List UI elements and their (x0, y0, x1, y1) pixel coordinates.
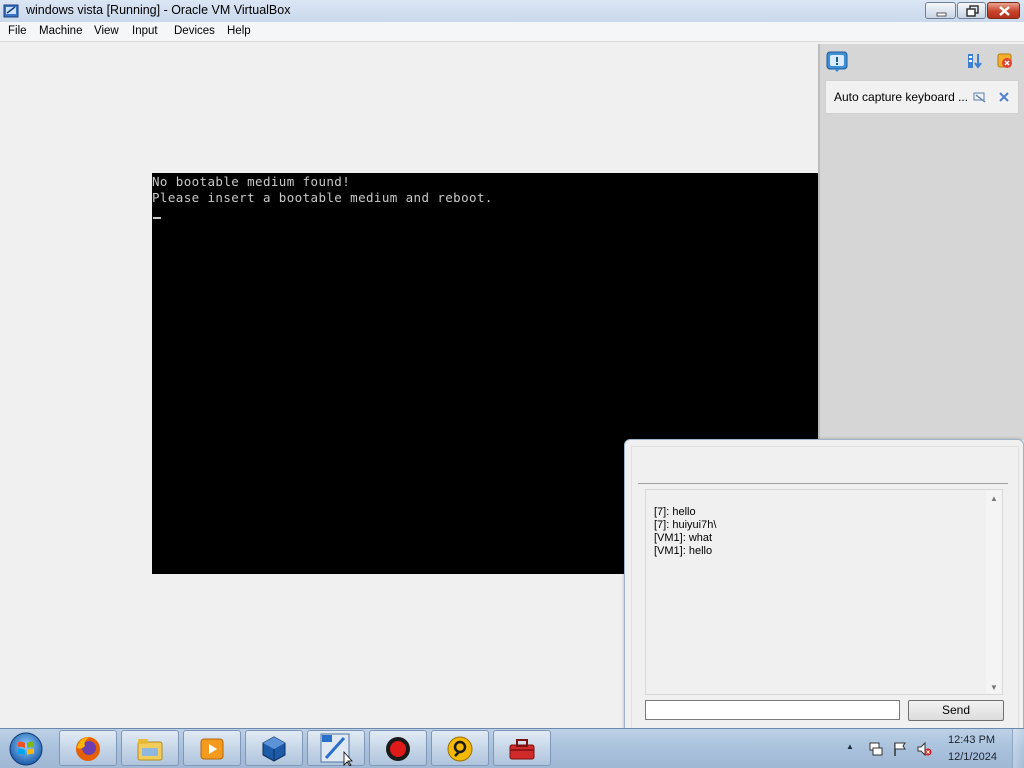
console-line: Please insert a bootable medium and rebo… (152, 190, 493, 205)
console-line: No bootable medium found! (152, 174, 351, 189)
file-explorer-icon (137, 739, 163, 761)
window-title: windows vista [Running] - Oracle VM Virt… (26, 3, 291, 17)
clock-date[interactable]: 12/1/2024 (948, 751, 997, 763)
taskbar-remote-desktop[interactable] (431, 730, 489, 766)
notification-center-icon[interactable] (826, 51, 848, 73)
clock-time[interactable]: 12:43 PM (948, 734, 995, 746)
taskbar-toolbox[interactable] (493, 730, 551, 766)
taskbar-vista-vm[interactable] (307, 730, 365, 766)
menu-devices[interactable]: Devices (174, 25, 215, 37)
vista-vm-icon (320, 733, 353, 766)
taskbar-recorder[interactable] (369, 730, 427, 766)
dismiss-all-icon[interactable] (996, 52, 1014, 70)
menu-file[interactable]: File (8, 25, 27, 37)
chat-message: [7]: huiyui7h\ (654, 519, 717, 531)
system-tray: ▲ 12:43 PM 12/1/2024 (840, 729, 1024, 768)
chat-window: [7]: hello [7]: huiyui7h\ [VM1]: what [V… (624, 439, 1024, 739)
firefox-icon (76, 737, 100, 761)
chat-messages: [7]: hello [7]: huiyui7h\ [VM1]: what [V… (654, 506, 716, 558)
taskbar-firefox[interactable] (59, 730, 117, 766)
show-hidden-icons-icon[interactable]: ▲ (846, 742, 854, 751)
notification-toolbar (820, 44, 1024, 78)
remote-desktop-icon (447, 736, 473, 762)
chat-input[interactable] (645, 700, 900, 720)
do-not-show-again-icon[interactable] (973, 90, 987, 104)
media-player-icon (200, 738, 224, 760)
close-icon[interactable] (997, 90, 1011, 104)
menu-bar: File Machine View Input Devices Help (0, 22, 1024, 42)
chat-scrollbar[interactable]: ▲ ▼ (986, 490, 1002, 694)
notification-message: Auto capture keyboard ... (834, 90, 969, 104)
separator (638, 483, 1008, 484)
close-button[interactable] (987, 2, 1020, 19)
menu-view[interactable]: View (94, 25, 119, 37)
scroll-up-arrow-icon[interactable]: ▲ (990, 494, 998, 503)
screen: windows vista [Running] - Oracle VM Virt… (0, 0, 1024, 768)
volume-muted-icon[interactable] (916, 741, 932, 757)
network-icon[interactable] (868, 741, 884, 757)
chat-message: [VM1]: what (654, 532, 713, 544)
virtualbox-window-icon (3, 4, 19, 18)
sort-notifications-icon[interactable] (966, 52, 984, 70)
virtualbox-icon (262, 736, 286, 762)
restore-button[interactable] (957, 2, 986, 19)
record-icon (386, 737, 410, 761)
start-button[interactable] (6, 730, 46, 768)
chat-message: [7]: hello (654, 506, 696, 518)
taskbar: ▲ 12:43 PM 12/1/2024 (0, 728, 1024, 768)
title-bar[interactable]: windows vista [Running] - Oracle VM Virt… (0, 0, 1024, 23)
minimize-button[interactable] (925, 2, 956, 19)
notification-item[interactable]: Auto capture keyboard ... (825, 80, 1019, 114)
menu-input[interactable]: Input (132, 25, 158, 37)
action-center-flag-icon[interactable] (892, 741, 908, 757)
scroll-down-arrow-icon[interactable]: ▼ (990, 683, 998, 692)
taskbar-file-explorer[interactable] (121, 730, 179, 766)
chat-log[interactable]: [7]: hello [7]: huiyui7h\ [VM1]: what [V… (645, 489, 1003, 695)
chat-message: [VM1]: hello (654, 545, 713, 557)
chat-content: [7]: hello [7]: huiyui7h\ [VM1]: what [V… (631, 446, 1019, 734)
taskbar-media-player[interactable] (183, 730, 241, 766)
menu-help[interactable]: Help (227, 25, 251, 37)
show-desktop-button[interactable] (1012, 729, 1024, 768)
menu-machine[interactable]: Machine (39, 25, 82, 37)
send-button[interactable]: Send (908, 700, 1004, 721)
console-cursor (153, 217, 161, 219)
taskbar-virtualbox[interactable] (245, 730, 303, 766)
notification-center: Auto capture keyboard ... (818, 44, 1024, 440)
toolbox-icon (509, 739, 535, 760)
